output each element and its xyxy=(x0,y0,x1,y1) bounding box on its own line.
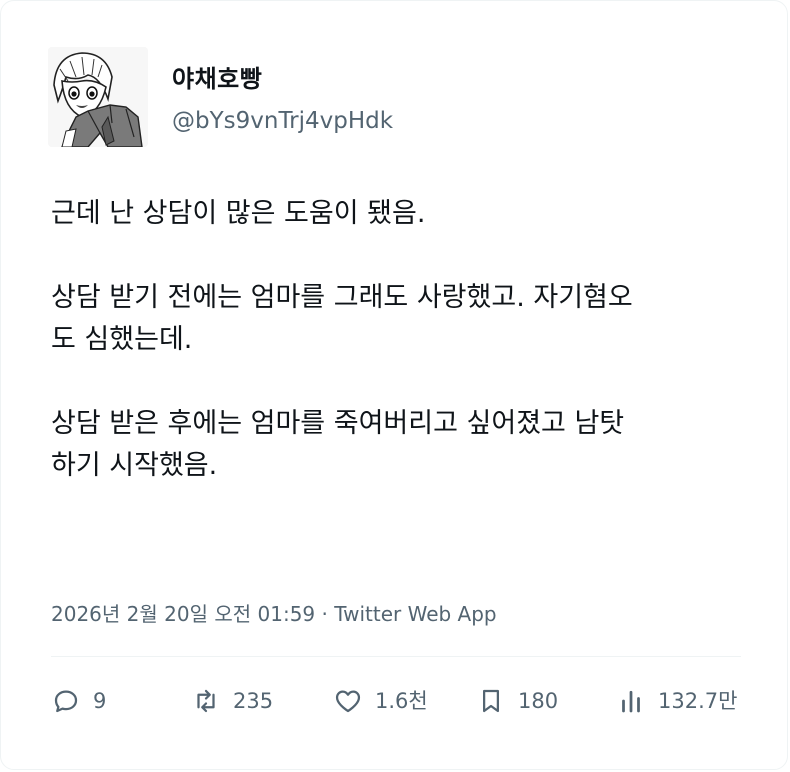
views-count: 132.7만 xyxy=(658,689,738,713)
heart-icon xyxy=(335,690,361,713)
tweet-paragraph xyxy=(51,361,751,403)
retweet-icon xyxy=(197,689,215,713)
tweet-paragraph: 상담 받기 전에는 엄마를 그래도 사랑했고. 자기혐오 도 심했는데. xyxy=(51,282,633,355)
tweet-paragraph xyxy=(51,235,751,277)
bookmark-icon xyxy=(483,689,499,713)
tweet-paragraph: 근데 난 상담이 많은 도움이 됐음. xyxy=(51,198,426,229)
views-button[interactable]: 132.7만 xyxy=(616,683,737,719)
reply-icon xyxy=(54,690,78,713)
author-display-name[interactable]: 야채호빵 xyxy=(172,59,262,94)
bookmark-count: 180 xyxy=(518,689,559,713)
reply-count: 9 xyxy=(93,689,107,713)
retweet-button[interactable]: 235 xyxy=(191,683,273,719)
action-bar: 9 235 1.6천 180 132.7만 xyxy=(51,683,751,719)
tweet-text: 근데 난 상담이 많은 도움이 됐음. 상담 받기 전에는 엄마를 그래도 사랑… xyxy=(51,193,751,487)
bookmark-button[interactable]: 180 xyxy=(476,683,558,719)
retweet-count: 235 xyxy=(233,689,274,713)
anime-character-avatar-icon xyxy=(48,47,148,147)
tweet-timestamp[interactable]: 2026년 2월 20일 오전 01:59 · Twitter Web App xyxy=(51,598,497,627)
reply-button[interactable]: 9 xyxy=(51,683,106,719)
like-count: 1.6천 xyxy=(375,689,428,713)
avatar[interactable] xyxy=(48,47,148,147)
tweet-card: 야채호빵 @bYs9vnTrj4vpHdk 근데 난 상담이 많은 도움이 됐음… xyxy=(0,0,788,770)
divider xyxy=(51,656,741,657)
views-chart-icon xyxy=(622,690,640,713)
author-handle[interactable]: @bYs9vnTrj4vpHdk xyxy=(172,108,393,134)
tweet-paragraph: 상담 받은 후에는 엄마를 죽여버리고 싶어졌고 남탓 하기 시작했음. xyxy=(51,408,625,481)
like-button[interactable]: 1.6천 xyxy=(333,683,428,719)
